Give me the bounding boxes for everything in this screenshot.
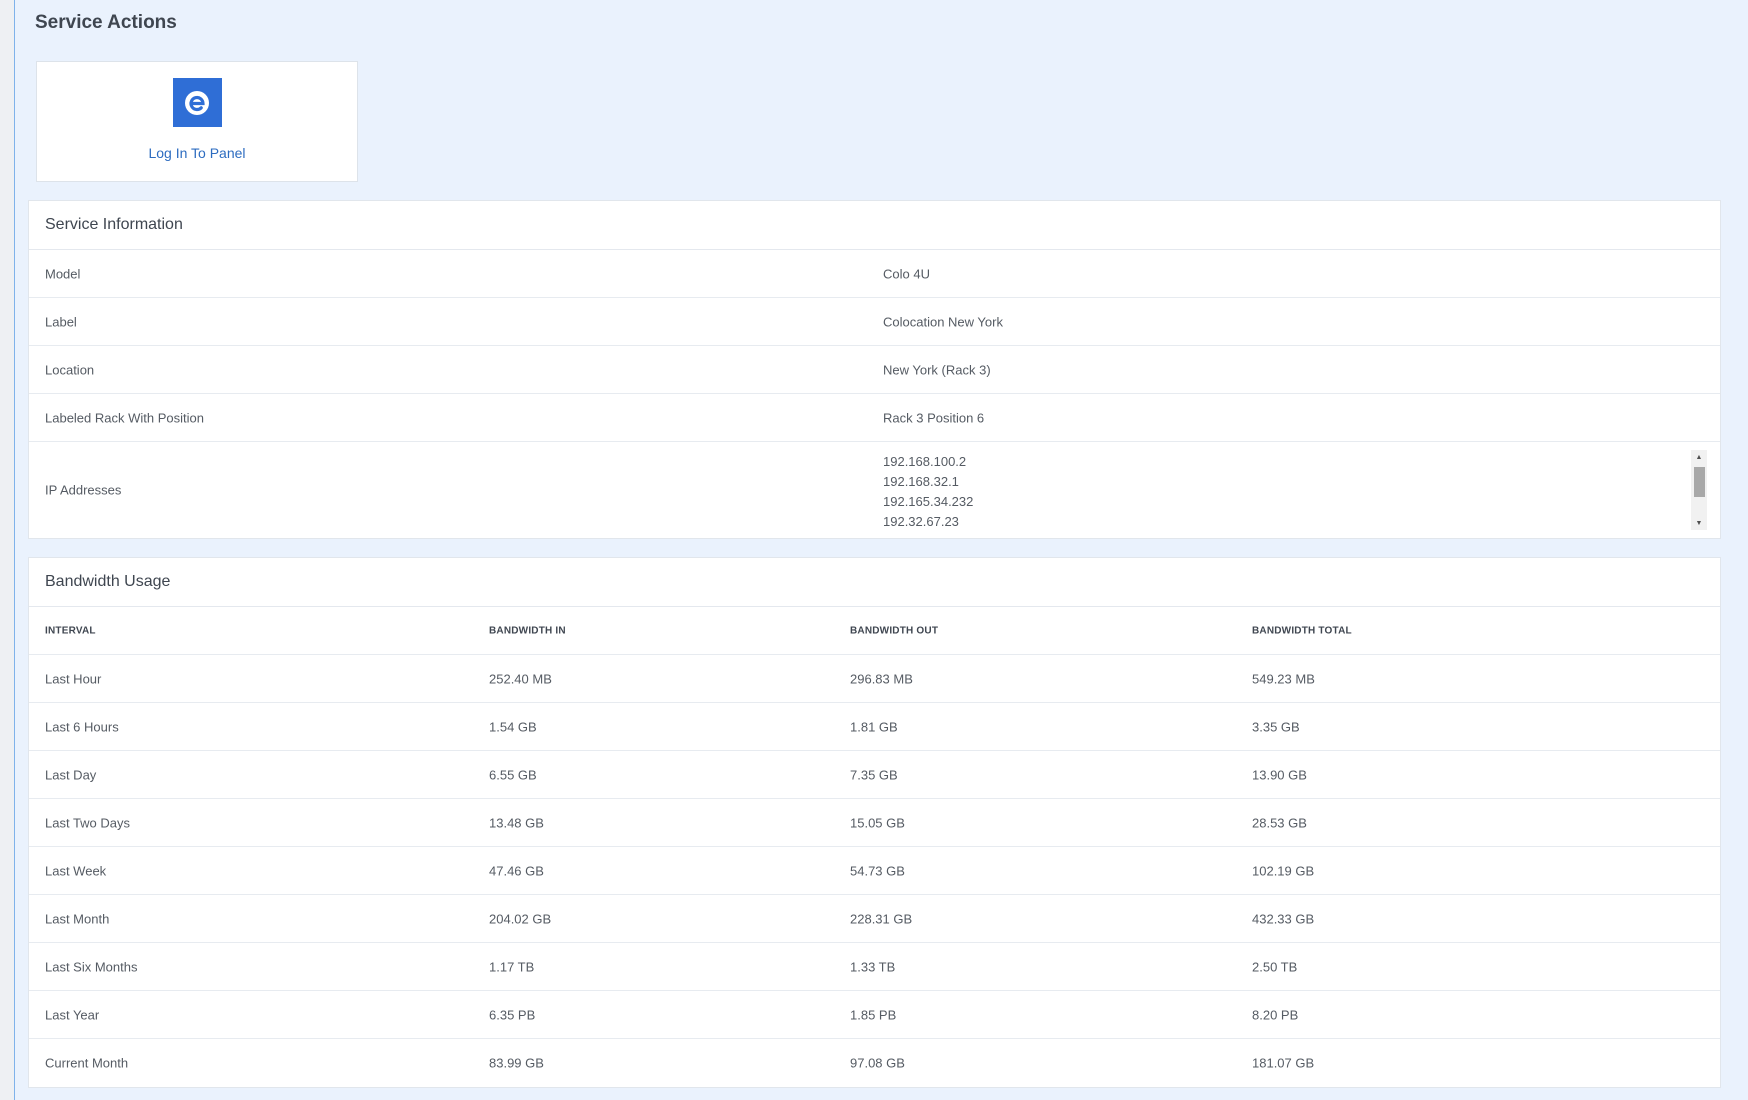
service-information-title: Service Information — [29, 201, 1720, 250]
interval-cell: Last Month — [45, 911, 110, 926]
ip-address: 192.168.100.2 — [883, 454, 967, 469]
ip-address: 192.165.34.232 — [883, 494, 974, 509]
info-key: Location — [45, 362, 95, 377]
panel-logo-icon — [172, 78, 222, 127]
info-value: New York (Rack 3) — [883, 362, 991, 377]
info-row-ip-addresses: IP Addresses 192.168.100.2 192.168.32.1 … — [29, 442, 1720, 538]
info-key: Label — [45, 314, 77, 329]
bandwidth-total-cell: 28.53 GB — [1252, 815, 1307, 830]
column-header: INTERVAL — [45, 625, 96, 636]
scroll-up-arrow-icon[interactable]: ▲ — [1691, 450, 1707, 464]
service-information-panel: Service Information Model Colo 4U Label … — [28, 200, 1721, 539]
scroll-down-arrow-icon[interactable]: ▼ — [1691, 516, 1707, 530]
bandwidth-total-cell: 102.19 GB — [1252, 863, 1315, 878]
bandwidth-total-cell: 3.35 GB — [1252, 719, 1300, 734]
info-row-model: Model Colo 4U — [29, 250, 1720, 298]
interval-cell: Last 6 Hours — [45, 719, 119, 734]
bandwidth-in-cell: 6.55 GB — [489, 767, 537, 782]
ip-list-scrollbar[interactable]: ▲ ▼ — [1691, 450, 1707, 530]
interval-cell: Last Year — [45, 1007, 100, 1022]
bandwidth-total-cell: 8.20 PB — [1252, 1007, 1299, 1022]
bandwidth-total-cell: 549.23 MB — [1252, 671, 1315, 686]
bandwidth-out-cell: 296.83 MB — [850, 671, 913, 686]
bandwidth-out-cell: 7.35 GB — [850, 767, 898, 782]
table-row: Last Year 6.35 PB 1.85 PB 8.20 PB — [29, 991, 1720, 1039]
bandwidth-in-cell: 83.99 GB — [489, 1055, 544, 1071]
bandwidth-total-cell: 2.50 TB — [1252, 959, 1298, 974]
bandwidth-in-cell: 1.54 GB — [489, 719, 537, 734]
info-key: Model — [45, 266, 81, 281]
ip-address-list[interactable]: 192.168.100.2 192.168.32.1 192.165.34.23… — [883, 452, 1705, 531]
interval-cell: Last Six Months — [45, 959, 138, 974]
bandwidth-table-header: INTERVAL BANDWIDTH IN BANDWIDTH OUT BAND… — [29, 607, 1720, 655]
interval-cell: Current Month — [45, 1055, 129, 1071]
table-row: Last Hour 252.40 MB 296.83 MB 549.23 MB — [29, 655, 1720, 703]
column-header: BANDWIDTH TOTAL — [1252, 625, 1352, 636]
table-row: Last 6 Hours 1.54 GB 1.81 GB 3.35 GB — [29, 703, 1720, 751]
table-row: Last Six Months 1.17 TB 1.33 TB 2.50 TB — [29, 943, 1720, 991]
info-value: Colocation New York — [883, 314, 1003, 329]
info-row-location: Location New York (Rack 3) — [29, 346, 1720, 394]
info-row-rack-position: Labeled Rack With Position Rack 3 Positi… — [29, 394, 1720, 442]
ip-address: 192.168.32.1 — [883, 474, 959, 489]
column-header: BANDWIDTH OUT — [850, 625, 939, 636]
login-to-panel-link[interactable]: Log In To Panel — [148, 145, 245, 161]
bandwidth-in-cell: 47.46 GB — [489, 863, 544, 878]
bandwidth-out-cell: 54.73 GB — [850, 863, 905, 878]
info-value: Rack 3 Position 6 — [883, 410, 985, 425]
login-to-panel-tile[interactable]: Log In To Panel — [36, 61, 358, 182]
bandwidth-in-cell: 252.40 MB — [489, 671, 552, 686]
bandwidth-in-cell: 204.02 GB — [489, 911, 552, 926]
bandwidth-usage-panel: Bandwidth Usage INTERVAL BANDWIDTH IN BA… — [28, 557, 1721, 1088]
bandwidth-out-cell: 1.85 PB — [850, 1007, 897, 1022]
info-row-label: Label Colocation New York — [29, 298, 1720, 346]
service-actions-title: Service Actions — [35, 12, 177, 33]
scrollbar-thumb[interactable] — [1694, 467, 1705, 497]
interval-cell: Last Two Days — [45, 815, 131, 830]
table-row: Last Two Days 13.48 GB 15.05 GB 28.53 GB — [29, 799, 1720, 847]
bandwidth-out-cell: 228.31 GB — [850, 911, 913, 926]
bandwidth-out-cell: 97.08 GB — [850, 1055, 905, 1071]
bandwidth-total-cell: 432.33 GB — [1252, 911, 1315, 926]
bandwidth-out-cell: 15.05 GB — [850, 815, 905, 830]
page-frame: Service Actions Log In To Panel Service … — [14, 0, 1748, 1100]
interval-cell: Last Hour — [45, 671, 102, 686]
info-value: Colo 4U — [883, 266, 930, 281]
interval-cell: Last Day — [45, 767, 97, 782]
bandwidth-in-cell: 1.17 TB — [489, 959, 535, 974]
ip-address: 192.32.67.23 — [883, 514, 959, 529]
bandwidth-in-cell: 13.48 GB — [489, 815, 544, 830]
bandwidth-in-cell: 6.35 PB — [489, 1007, 536, 1022]
table-row: Current Month 83.99 GB 97.08 GB 181.07 G… — [29, 1039, 1720, 1087]
bandwidth-out-cell: 1.81 GB — [850, 719, 898, 734]
table-row: Last Week 47.46 GB 54.73 GB 102.19 GB — [29, 847, 1720, 895]
table-row: Last Month 204.02 GB 228.31 GB 432.33 GB — [29, 895, 1720, 943]
table-row: Last Day 6.55 GB 7.35 GB 13.90 GB — [29, 751, 1720, 799]
bandwidth-out-cell: 1.33 TB — [850, 959, 896, 974]
info-key: IP Addresses — [45, 482, 122, 498]
bandwidth-total-cell: 181.07 GB — [1252, 1055, 1315, 1071]
interval-cell: Last Week — [45, 863, 107, 878]
column-header: BANDWIDTH IN — [489, 625, 566, 636]
bandwidth-total-cell: 13.90 GB — [1252, 767, 1307, 782]
bandwidth-usage-title: Bandwidth Usage — [29, 558, 1720, 607]
info-key: Labeled Rack With Position — [45, 410, 204, 425]
